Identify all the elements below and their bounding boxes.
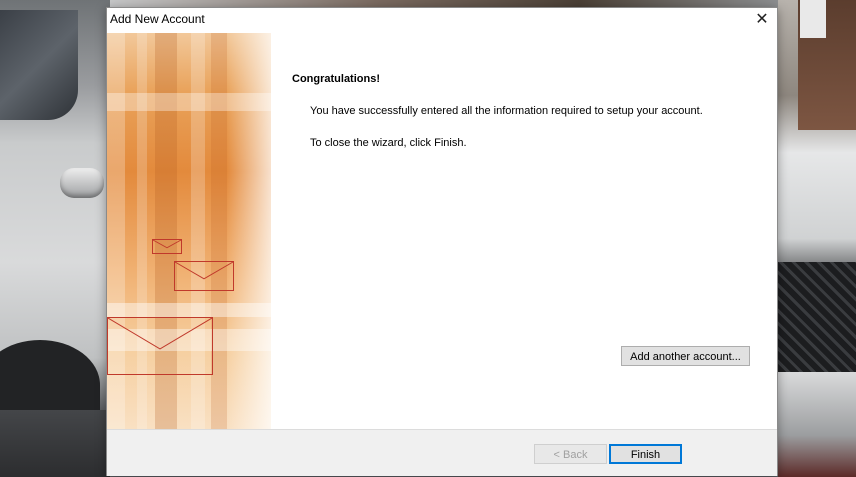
background-car-left (0, 0, 110, 477)
envelope-icon (174, 261, 234, 291)
close-icon: ✕ (755, 11, 769, 28)
wizard-footer: < Back Finish (107, 429, 777, 476)
page-heading: Congratulations! (292, 73, 380, 85)
wizard-content: Congratulations! You have successfully e… (271, 33, 777, 429)
title-bar[interactable]: Add New Account ✕ (107, 8, 777, 32)
add-account-dialog: Add New Account ✕ Congratulations! You h… (106, 7, 778, 476)
success-message: You have successfully entered all the in… (310, 105, 703, 117)
close-button[interactable]: ✕ (747, 8, 777, 32)
close-instruction: To close the wizard, click Finish. (310, 137, 467, 149)
background-car-right (778, 0, 856, 477)
wizard-banner-image (107, 33, 271, 429)
dialog-title: Add New Account (110, 12, 205, 26)
add-another-account-button[interactable]: Add another account... (621, 346, 750, 366)
finish-button[interactable]: Finish (609, 444, 682, 464)
envelope-icon (152, 239, 182, 254)
back-button[interactable]: < Back (534, 444, 607, 464)
envelope-icon (107, 317, 213, 375)
